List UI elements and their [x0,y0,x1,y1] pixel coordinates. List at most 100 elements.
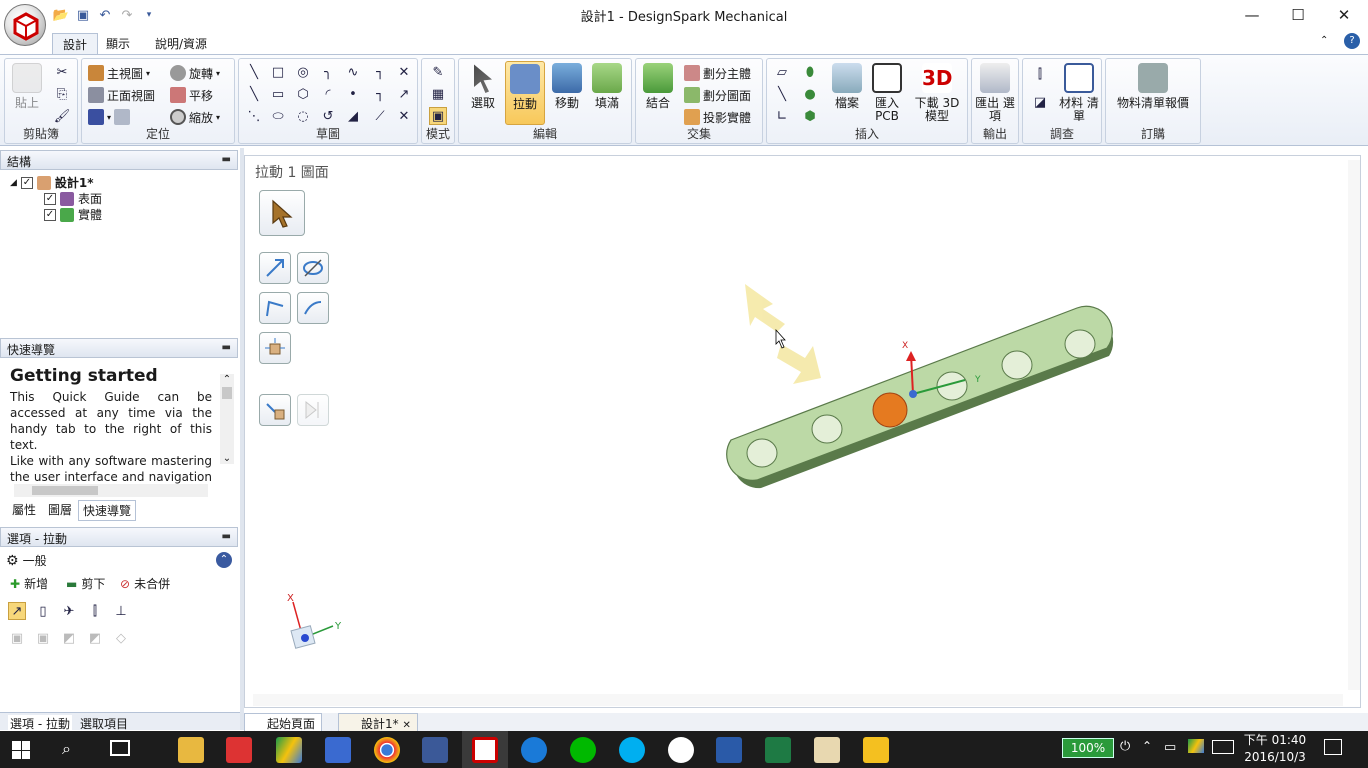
collapse-icon[interactable]: ◢ [10,178,17,188]
tree-item-surface[interactable]: ✓ 表面 [44,190,102,207]
canvas-vertical-scrollbar[interactable] [1348,160,1360,690]
word-icon[interactable] [716,737,742,763]
tab-quickguide[interactable]: 快速導覽 [78,500,137,521]
chamfer-option-icon[interactable]: ◩ [60,629,78,647]
vertical-scrollbar[interactable]: ⌃ ⌄ [220,374,234,464]
shell-icon[interactable]: ⬢ [801,107,819,125]
cylinder-icon[interactable]: ⬮ [801,63,819,81]
search-icon[interactable]: ⌕ [62,739,71,759]
tree-item-solid[interactable]: ✓ 實體 [44,206,102,223]
tab-pull-options[interactable]: 選項 - 拉動 [8,715,72,732]
paste-button[interactable]: 貼上 [7,63,47,110]
redo-icon[interactable]: ↷ [118,6,136,24]
format-painter-icon[interactable]: 🖌 [53,107,71,125]
bend-tool-icon[interactable]: ⟋ [371,107,389,125]
arc-tool-icon[interactable]: ╮ [319,63,337,81]
measure-icon[interactable]: ⫿ [1031,65,1049,83]
point-tool-icon[interactable]: • [344,85,362,103]
split-body-button[interactable]: 劃分主體 [684,63,751,83]
horizontal-scrollbar[interactable] [14,484,208,497]
plane-icon[interactable]: ▱ [773,63,791,81]
tab-help-resources[interactable]: 說明/資源 [145,33,217,54]
three-point-arc-icon[interactable]: ↺ [319,107,337,125]
save-icon[interactable]: ▣ [74,6,92,24]
pin-icon[interactable]: ▬ [222,342,231,353]
line-icon[interactable] [570,737,596,763]
nomerge-option[interactable]: ⊘ 未合併 [120,575,170,592]
bom-button[interactable]: 材料 清單 [1059,63,1099,123]
copy-icon[interactable]: ⎘ [53,85,71,103]
chevron-up-icon[interactable]: ⌃ [1142,739,1152,753]
checkbox[interactable]: ✓ [44,208,56,221]
project-body-button[interactable]: 投影實體 [684,107,751,127]
canvas-horizontal-scrollbar[interactable] [253,694,1343,706]
ellipse-tool-icon[interactable]: ⬭ [269,107,287,125]
project-tool-icon[interactable]: ↗ [395,85,413,103]
edge-icon[interactable] [521,737,547,763]
file-insert-button[interactable]: 檔案 [827,63,867,110]
tab-start-page[interactable]: 起始頁面 [244,713,323,731]
tips-icon[interactable] [863,737,889,763]
combine-button[interactable]: 結合 [638,63,678,110]
excel-icon[interactable] [765,737,791,763]
power-icon[interactable]: ⏻ [1120,739,1130,754]
checkbox[interactable]: ✓ [20,176,33,189]
customize-icon[interactable]: ▾ [140,6,158,24]
design-canvas[interactable]: 拉動 1 圖面 X Y X Y [244,155,1361,708]
axis-icon[interactable]: ╲ [773,85,791,103]
mass-icon[interactable]: ◪ [1031,93,1049,111]
pull-arrow-handle[interactable] [745,284,821,384]
polygon-tool-icon[interactable]: ⬡ [294,85,312,103]
tangent-arc-icon[interactable]: ◜ [319,85,337,103]
cut-icon[interactable]: ✂ [53,63,71,81]
close-button[interactable]: ✕ [1321,0,1367,30]
tab-layers[interactable]: 圖層 [44,500,76,519]
tab-selection[interactable]: 選取項目 [80,715,128,732]
model-viewport[interactable]: X Y X Y [245,156,1360,709]
pin-icon[interactable]: ▬ [222,531,231,542]
task-view-icon[interactable] [110,740,130,756]
minimize-button[interactable]: — [1229,0,1275,30]
notifications-icon[interactable] [1324,739,1342,755]
section-mode-icon[interactable]: ▦ [429,85,447,103]
home-view-button[interactable]: 主視圖 ▾ [88,63,150,83]
tangent-line-icon[interactable]: ╲ [245,85,263,103]
corner-tool-icon[interactable]: ┐ [371,63,389,81]
skype-icon[interactable] [619,737,645,763]
tab-design1[interactable]: 設計1* ✕ [338,713,418,731]
bom-quote-button[interactable]: 物料清單報價 [1110,63,1196,110]
close-tab-icon[interactable]: ✕ [402,720,410,731]
pan-button[interactable]: 平移 [170,85,213,105]
file-explorer-icon[interactable] [178,737,204,763]
line-tool-icon[interactable]: ╲ [245,63,263,81]
selected-hole-highlight[interactable] [872,392,908,428]
draft-option-icon[interactable]: ◩ [86,629,104,647]
import-pcb-button[interactable]: 匯入 PCB [867,63,907,123]
three-point-circle-icon[interactable]: ◌ [294,107,312,125]
add-option[interactable]: ✚ 新增 [10,575,48,592]
open-icon[interactable]: 📂 [52,6,70,24]
front-view-button[interactable]: 正面視圖 [88,85,155,105]
tree-root[interactable]: ◢ ✓ 設計1* [10,174,94,191]
3d-mode-icon[interactable]: ▣ [429,107,447,125]
tab-display[interactable]: 顯示 [96,33,140,54]
select-button[interactable]: 選取 [463,63,503,110]
tab-properties[interactable]: 屬性 [8,500,40,519]
extrude-option-icon[interactable]: ▣ [8,629,26,647]
undo-icon[interactable]: ↶ [96,6,114,24]
up-to-icon[interactable]: ✈ [60,602,78,620]
face-curve-icon[interactable]: ◢ [344,107,362,125]
zoom-button[interactable]: 縮放 ▾ [170,107,220,127]
both-sides-icon[interactable]: ⊥ [112,602,130,620]
download-3d-model-button[interactable]: 3D 下載 3D 模型 [913,63,961,123]
pull-button[interactable]: 拉動 [505,61,545,125]
clock[interactable]: 下午 01:40 2016/10/3 [1240,732,1310,766]
sphere-icon[interactable]: ● [801,85,819,103]
maximize-button[interactable]: ☐ [1275,0,1321,30]
offset-tool-icon[interactable]: ┐ [371,85,389,103]
keyboard-icon[interactable] [1212,740,1234,754]
designspark-taskbar-icon[interactable] [472,737,498,763]
pull-direction-icon[interactable]: ↗ [8,602,26,620]
cut-option[interactable]: ▬ 剪下 [66,575,105,592]
calendar-icon[interactable] [325,737,351,763]
